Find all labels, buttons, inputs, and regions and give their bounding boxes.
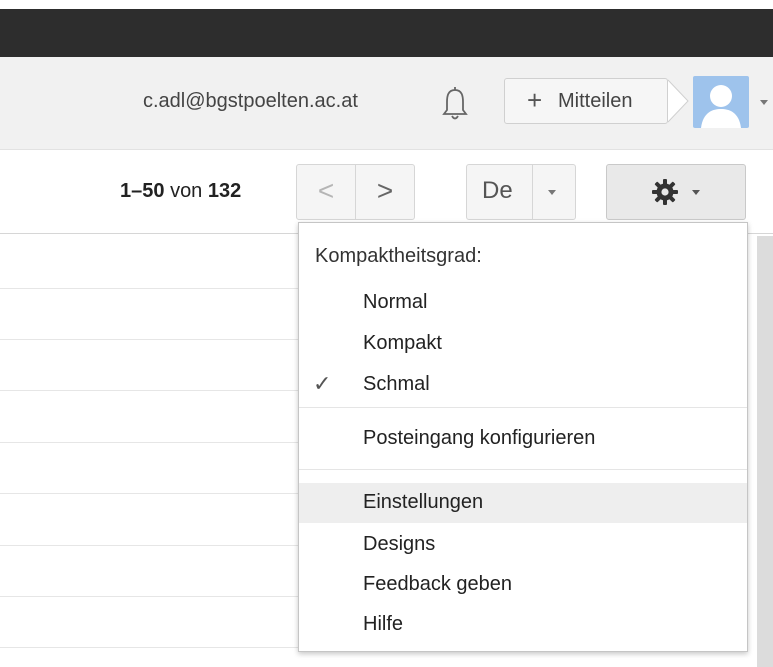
density-option-label: Normal [363, 291, 428, 313]
page-total: 132 [207, 180, 242, 202]
avatar[interactable] [693, 76, 749, 128]
mail-row-divider [0, 442, 298, 443]
next-page-button[interactable]: > [355, 164, 415, 220]
configure-inbox-item[interactable]: Posteingang konfigurieren [299, 419, 747, 459]
menu-item-label: Hilfe [363, 613, 404, 635]
gear-icon [652, 179, 678, 205]
configure-inbox-label: Posteingang konfigurieren [363, 427, 596, 449]
chevron-down-icon[interactable] [760, 100, 768, 105]
plus-icon: + [527, 85, 543, 115]
chevron-right-icon: > [376, 175, 394, 206]
share-button[interactable]: + Mitteilen [504, 78, 668, 124]
share-label: Mitteilen [558, 90, 633, 112]
settings-button[interactable] [606, 164, 746, 220]
density-option-label: Schmal [363, 373, 430, 395]
density-header: Kompaktheitsgrad: [315, 245, 482, 267]
mail-row-divider [0, 288, 298, 289]
chevron-down-icon [692, 190, 700, 195]
chevron-left-icon: < [317, 175, 335, 206]
top-navigation-bar [0, 9, 773, 57]
menu-item-label: Designs [363, 533, 436, 555]
top-strip [0, 0, 773, 9]
avatar-icon [701, 85, 741, 128]
mail-row-divider [0, 545, 298, 546]
account-email[interactable]: c.adl@bgstpoelten.ac.at [143, 90, 358, 113]
prev-page-button[interactable]: < [296, 164, 356, 220]
menu-item-feedback[interactable]: Feedback geben [299, 565, 747, 605]
density-option-schmal[interactable]: ✓ Schmal [299, 365, 747, 405]
mail-row-divider [0, 493, 298, 494]
density-option-normal[interactable]: Normal [299, 283, 747, 323]
language-button[interactable]: De [466, 164, 576, 220]
scrollbar[interactable] [757, 236, 773, 667]
language-divider [532, 165, 533, 219]
menu-item-help[interactable]: Hilfe [299, 605, 747, 645]
toolbar-divider [0, 149, 773, 150]
settings-menu: Kompaktheitsgrad: Normal Kompakt ✓ Schma… [298, 222, 748, 652]
menu-divider [299, 469, 747, 470]
density-option-kompakt[interactable]: Kompakt [299, 324, 747, 364]
check-icon: ✓ [313, 371, 332, 396]
menu-item-label: Einstellungen [363, 491, 484, 513]
menu-item-settings[interactable]: Einstellungen [299, 483, 747, 523]
menu-item-designs[interactable]: Designs [299, 525, 747, 565]
share-arrow-icon [668, 79, 689, 123]
menu-item-label: Feedback geben [363, 573, 513, 595]
language-label: De [482, 177, 513, 204]
page-count[interactable]: 1–50 von 132 [120, 180, 241, 203]
mail-row-divider [0, 339, 298, 340]
mail-row-divider [0, 647, 298, 648]
menu-divider [299, 407, 747, 408]
page-range: 1–50 [120, 180, 165, 202]
mail-row-divider [0, 596, 298, 597]
page-von: von [170, 180, 203, 202]
chevron-down-icon[interactable] [548, 190, 556, 195]
mail-row-divider [0, 390, 298, 391]
density-option-label: Kompakt [363, 332, 442, 354]
bell-icon[interactable] [440, 84, 470, 124]
